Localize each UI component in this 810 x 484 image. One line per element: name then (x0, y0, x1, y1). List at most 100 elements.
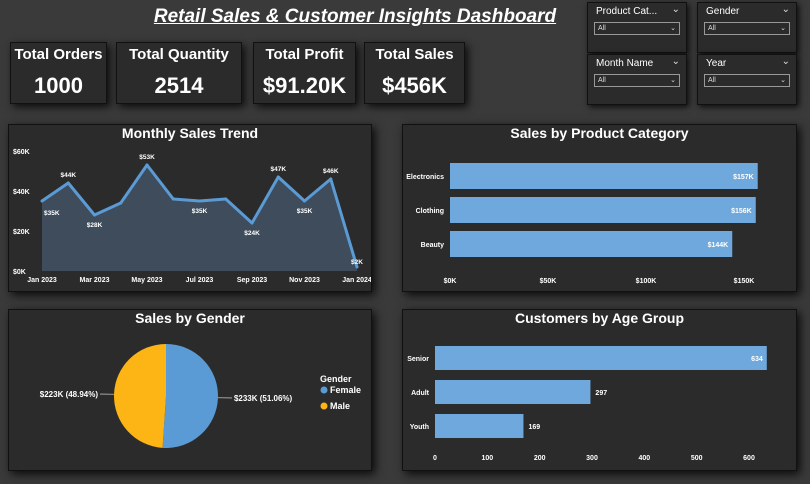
data-label: $35K (297, 208, 313, 215)
category-label: Clothing (416, 208, 444, 215)
kpi-value: 1000 (34, 73, 83, 98)
data-point (329, 177, 333, 181)
data-label: 634 (751, 356, 763, 363)
y-tick-label: $0K (13, 269, 26, 276)
slicer-value: All (598, 77, 606, 84)
category-label: Electronics (406, 174, 444, 181)
x-tick-label: Nov 2023 (289, 277, 320, 284)
x-tick-label: 100 (481, 455, 493, 462)
kpi-value: $456K (382, 73, 447, 98)
chevron-down-icon[interactable]: ⌄ (782, 4, 790, 15)
data-label: $144K (708, 242, 729, 249)
data-label: $2K (351, 259, 363, 266)
monthly-sales-trend-panel: Monthly Sales Trend $0K $20K $40K $60K $35K $… (8, 124, 372, 292)
kpi-label: Total Sales (375, 46, 454, 63)
slicer-value: All (598, 25, 606, 32)
slicer-label: Product Cat... (596, 6, 658, 17)
data-point (198, 199, 201, 203)
kpi-value: 2514 (154, 73, 204, 98)
x-tick-label: May 2023 (131, 277, 162, 284)
kpi-card-total-sales: Total Sales $456K (364, 42, 465, 104)
x-tick-label: Mar 2023 (80, 277, 110, 284)
slicer-value: All (708, 25, 716, 32)
customers-by-age-chart: Senior 634 Adult 297 Youth 169 0 100 200 300 400 50… (407, 346, 767, 462)
x-tick-label: $50K (540, 278, 557, 285)
dropdown-arrow-icon: ⌄ (780, 25, 786, 32)
slicer-label: Month Name (596, 58, 654, 69)
slicer-value: All (708, 77, 716, 84)
data-label: $233K (51.06%) (234, 394, 293, 403)
x-tick-label: 600 (743, 455, 755, 462)
slicer-label: Year (706, 58, 727, 69)
y-tick-label: $40K (13, 189, 30, 196)
data-label: 169 (528, 424, 540, 431)
slicer-year[interactable]: Year ⌄ All ⌄ (697, 54, 797, 105)
bar (435, 346, 767, 370)
pie-slice (114, 344, 166, 448)
bar (450, 197, 756, 223)
category-label: Youth (410, 424, 429, 431)
data-point (119, 201, 123, 205)
category-label: Adult (411, 390, 430, 397)
x-tick-label: 0 (433, 455, 437, 462)
slicer-dropdown[interactable]: All ⌄ (704, 74, 790, 87)
data-point (303, 199, 306, 203)
data-label: $24K (244, 230, 260, 237)
legend-marker (320, 386, 328, 394)
slicer-month-name[interactable]: Month Name ⌄ All ⌄ (587, 54, 687, 105)
area-fill (42, 165, 357, 271)
data-label: $44K (60, 172, 76, 179)
data-label: $35K (192, 208, 208, 215)
data-point (276, 175, 280, 179)
x-tick-label: $100K (636, 278, 657, 285)
kpi-card-total-profit: Total Profit $91.20K (253, 42, 356, 104)
x-tick-label: 500 (691, 455, 703, 462)
x-tick-label: 400 (638, 455, 650, 462)
slicer-dropdown[interactable]: All ⌄ (594, 22, 680, 35)
customers-by-age-panel: Customers by Age Group Senior 634 Adult 297… (402, 309, 797, 471)
kpi-value: $91.20K (262, 73, 347, 98)
dropdown-arrow-icon: ⌄ (780, 77, 786, 84)
kpi-label: Total Orders (14, 46, 103, 63)
x-tick-label: $150K (734, 278, 755, 285)
legend-title: Gender (320, 374, 352, 384)
data-label: $46K (323, 168, 339, 175)
slicer-dropdown[interactable]: All ⌄ (704, 22, 790, 35)
bar (450, 231, 733, 257)
sales-by-gender-chart: $233K (51.06%) $223K (48.94%) GenderFemale… (40, 344, 361, 448)
x-tick-label: 300 (586, 455, 598, 462)
x-tick-label: 200 (534, 455, 546, 462)
slicer-gender[interactable]: Gender ⌄ All ⌄ (697, 2, 797, 53)
legend-label: Male (330, 401, 350, 411)
sales-by-category-chart: Electronics $157K Clothing $156K Beauty $144K… (406, 163, 758, 285)
data-label: $156K (731, 208, 752, 215)
category-label: Beauty (421, 242, 444, 249)
sales-by-gender-panel: Sales by Gender $233K (51.06%) $223K (48.… (8, 309, 372, 471)
data-label: $47K (270, 166, 286, 173)
x-tick-label: $0K (444, 278, 457, 285)
x-tick-label: Jul 2023 (186, 277, 214, 284)
slicer-product-category[interactable]: Product Cat... ⌄ All ⌄ (587, 2, 687, 53)
slicer-label: Gender (706, 6, 740, 17)
data-point (224, 197, 228, 201)
chevron-down-icon[interactable]: ⌄ (672, 4, 680, 15)
data-point (93, 213, 96, 217)
pie-slice (162, 344, 219, 448)
kpi-card-total-quantity: Total Quantity 2514 (116, 42, 242, 104)
category-label: Senior (407, 356, 429, 363)
data-point (145, 163, 149, 167)
x-tick-label: Jan 2024 (342, 277, 371, 284)
chevron-down-icon[interactable]: ⌄ (672, 56, 680, 67)
chevron-down-icon[interactable]: ⌄ (782, 56, 790, 67)
dropdown-arrow-icon: ⌄ (670, 77, 676, 84)
data-label: 297 (595, 390, 607, 397)
y-tick-label: $60K (13, 149, 30, 156)
y-tick-label: $20K (13, 229, 30, 236)
x-tick-label: Sep 2023 (237, 277, 267, 284)
monthly-sales-trend-chart: $0K $20K $40K $60K $35K $44K $28K $53K $35K $24K $… (13, 149, 371, 284)
data-label: $28K (87, 222, 103, 229)
page-title: Retail Sales & Customer Insights Dashboa… (153, 6, 557, 27)
dropdown-arrow-icon: ⌄ (670, 25, 676, 32)
data-point (171, 197, 175, 201)
slicer-dropdown[interactable]: All ⌄ (594, 74, 680, 87)
